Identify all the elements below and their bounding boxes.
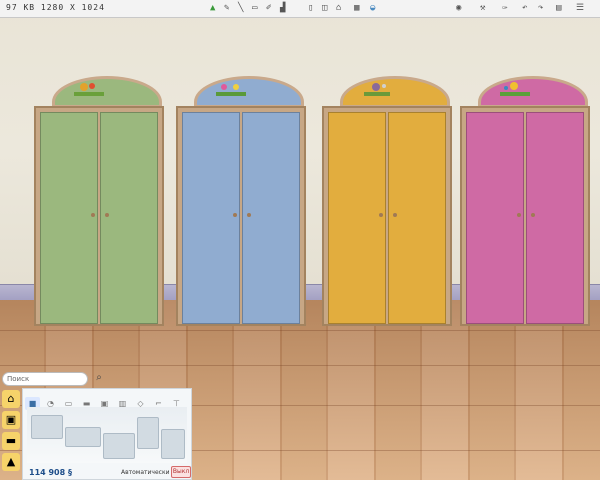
wall-tool-icon[interactable]: ▭ (252, 3, 257, 13)
flower-decal-icon (74, 83, 104, 96)
toilet-thumb (161, 429, 185, 459)
menu-icon[interactable]: ☰ (576, 3, 584, 13)
wardrobe-yellow[interactable] (322, 76, 457, 328)
top-toolbar: 97 KB 1280 X 1024 ▲ ✎ ╲ ▭ ✐ ▟ ▯ ◫ ⌂ ▦ ◒ … (0, 0, 600, 18)
eyedropper-icon[interactable]: ✑ (502, 3, 507, 13)
sledgehammer-icon[interactable]: ⚒ (480, 3, 485, 13)
build-catalog-panel: Поиск ⌕ ⌂ ▣ ▬ ▲ ■ ◔ ▭ ▬ ▣ ▥ ◇ ⌐ ⊤ 114 908 § Авто… (0, 368, 192, 480)
category-tabs: ■ ◔ ▭ ▬ ▣ ▥ ◇ ⌐ ⊤ (25, 391, 191, 410)
door-knob (105, 213, 109, 217)
wardrobe-door-left[interactable] (182, 112, 240, 324)
search-input[interactable]: Поиск (2, 372, 88, 386)
wardrobe-body (34, 106, 164, 326)
floor-tool-icon[interactable]: ▦ (354, 3, 359, 13)
door-knob (531, 213, 535, 217)
door-knob (517, 213, 521, 217)
camera-icon[interactable]: ◉ (456, 3, 461, 13)
table-thumb (103, 433, 135, 459)
undo-icon[interactable]: ↶ (522, 3, 527, 13)
shelf-thumb (137, 417, 159, 449)
flower-decal-icon (216, 84, 246, 96)
image-info-label: 97 KB 1280 X 1024 (6, 3, 105, 12)
roof-tool-icon[interactable]: ⌂ (336, 3, 341, 13)
select-tool-icon[interactable]: ▲ (210, 3, 215, 13)
room-tab-icon[interactable]: ⌂ (2, 390, 20, 408)
counter-thumb (65, 427, 101, 447)
paint-tool-icon[interactable]: ✐ (266, 3, 271, 13)
floor-seam (0, 365, 600, 366)
catalog-content: ■ ◔ ▭ ▬ ▣ ▥ ◇ ⌐ ⊤ 114 908 § Автоматически Выкл (22, 388, 192, 480)
wardrobe-crest (52, 76, 162, 108)
door-knob (233, 213, 237, 217)
wardrobe-body (322, 106, 452, 326)
exit-button[interactable]: Выкл (171, 466, 191, 478)
door-knob (379, 213, 383, 217)
wardrobe-body (460, 106, 590, 326)
wardrobe-crest (478, 76, 588, 108)
warning-icon[interactable]: ▲ (2, 453, 20, 471)
fridge-thumb (31, 415, 63, 439)
door-tool-icon[interactable]: ▯ (308, 3, 313, 13)
terrain-tool-icon[interactable]: ◒ (370, 3, 375, 13)
sofa-tab-icon[interactable]: ▬ (2, 432, 20, 450)
wardrobe-door-left[interactable] (466, 112, 524, 324)
wardrobe-crest (340, 76, 450, 108)
line-tool-icon[interactable]: ╲ (238, 3, 243, 13)
wardrobe-green[interactable] (34, 76, 169, 328)
search-icon[interactable]: ⌕ (93, 372, 105, 384)
wardrobe-crest (194, 76, 304, 108)
wardrobe-door-left[interactable] (328, 112, 386, 324)
flower-decal-icon (364, 83, 390, 96)
stair-tool-icon[interactable]: ▟ (280, 3, 285, 13)
pencil-icon[interactable]: ✎ (224, 3, 229, 13)
catalog-side-tabs: ⌂ ▣ ▬ ▲ (2, 390, 22, 480)
household-funds: 114 908 § (29, 468, 72, 477)
wardrobe-door-right[interactable] (242, 112, 300, 324)
door-knob (91, 213, 95, 217)
wardrobe-door-right[interactable] (526, 112, 584, 324)
window-tool-icon[interactable]: ◫ (322, 3, 327, 13)
wardrobe-door-right[interactable] (100, 112, 158, 324)
door-knob (393, 213, 397, 217)
wardrobe-door-right[interactable] (388, 112, 446, 324)
door-knob (247, 213, 251, 217)
wardrobe-pink[interactable] (460, 76, 595, 328)
flower-decal-icon (500, 82, 530, 96)
redo-icon[interactable]: ↷ (538, 3, 543, 13)
wardrobe-blue[interactable] (176, 76, 311, 328)
gallery-icon[interactable]: ▤ (556, 3, 561, 13)
auto-label: Автоматически (121, 469, 170, 476)
object-tab-icon[interactable]: ▣ (2, 411, 20, 429)
floor-seam (0, 330, 600, 331)
wardrobe-door-left[interactable] (40, 112, 98, 324)
wardrobe-body (176, 106, 306, 326)
room-preview[interactable] (27, 407, 187, 463)
